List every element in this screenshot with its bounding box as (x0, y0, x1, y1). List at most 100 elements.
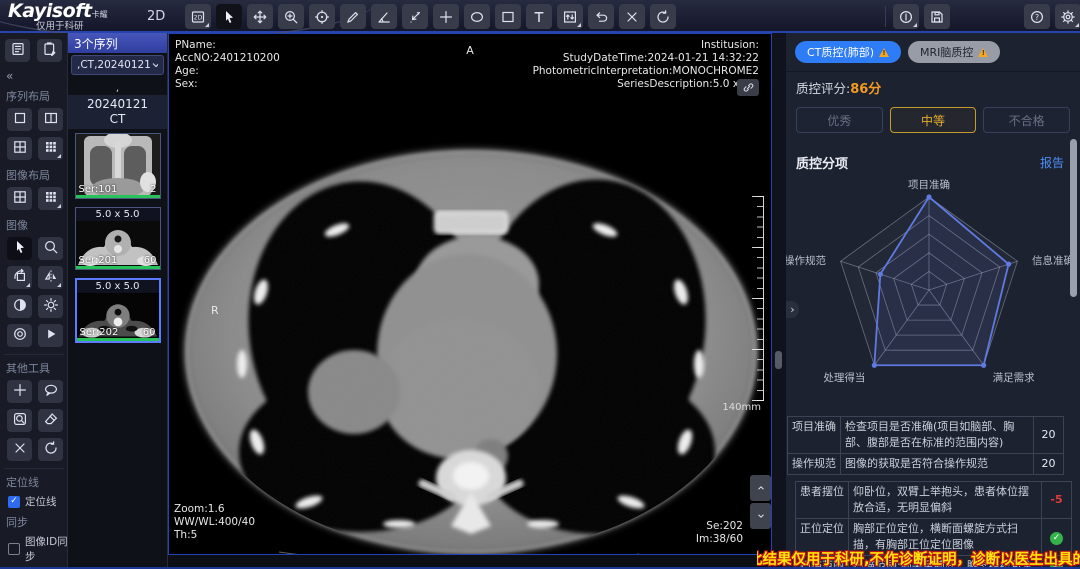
layout-2d-button[interactable]: 2D (185, 4, 211, 29)
zoom-in-button[interactable] (278, 4, 304, 29)
chevron-down-icon (755, 511, 767, 521)
grade-button-不合格[interactable]: 不合格 (983, 107, 1070, 133)
pencil-icon (345, 9, 361, 25)
clipboard-edit-button[interactable] (37, 39, 62, 62)
stack-down-button[interactable] (750, 503, 771, 529)
series-thumbnail-Ser-202[interactable]: 5.0 x 5.0Ser:20260 (75, 278, 161, 343)
checkbox-row-定位线[interactable]: ✓定位线 (0, 492, 68, 511)
link-series-button[interactable] (737, 79, 759, 96)
ellipse-roi-button[interactable] (464, 4, 490, 29)
series-thumbnail-Ser-101[interactable]: Ser:1012 (75, 133, 161, 199)
help-button[interactable]: ? (1024, 4, 1050, 29)
rect-roi-button[interactable] (495, 4, 521, 29)
series-layout-grid-button[interactable] (38, 137, 63, 160)
target-button[interactable] (309, 4, 335, 29)
info-button[interactable] (893, 4, 919, 29)
series-layout-1x2-button[interactable] (38, 108, 63, 131)
series-thumbnail-Ser-201[interactable]: 5.0 x 5.0Ser:20160 (75, 207, 161, 270)
stack-up-button[interactable] (750, 475, 771, 501)
overlay-line: WW/WL:400/40 (174, 516, 255, 529)
thumbnail-image-count: 60 (143, 327, 156, 338)
mode-2d-label: 2D (147, 9, 165, 24)
section-tool-grid (0, 185, 66, 214)
image-scroll-button[interactable] (7, 324, 32, 347)
series-layout-2x2-button[interactable] (7, 137, 32, 160)
qc-tab-inactive[interactable]: MRI脑质控 (908, 41, 1000, 63)
image-invert-button[interactable] (7, 295, 32, 318)
report-link[interactable]: 报告 (1040, 154, 1064, 171)
crosshair-button[interactable] (433, 4, 459, 29)
tool-reset-button[interactable] (38, 438, 63, 461)
image-brightness-button[interactable] (38, 295, 63, 318)
draw-button[interactable] (340, 4, 366, 29)
dicom-viewer-app: Kayisoft卡耀 仅用于科研 2D 2D ? « 序列布局图像布局图像其他工… (0, 0, 1080, 569)
warning-icon (978, 48, 988, 57)
thumbnail-series-number: Ser:202 (80, 327, 119, 338)
help-icon: ? (1029, 9, 1045, 25)
qc-score: 质控评分:86分 (786, 72, 1080, 101)
undo-icon (593, 9, 609, 25)
study-dropdown[interactable]: ,CT,20240121 (71, 55, 164, 75)
sidebar-collapse-button[interactable]: « (6, 69, 13, 83)
svg-text:处理得当: 处理得当 (823, 371, 865, 384)
grade-button-优秀[interactable]: 优秀 (796, 107, 883, 133)
svg-text:项目准确: 项目准确 (908, 178, 950, 191)
close-icon (12, 440, 28, 459)
tool-roi-magnify-button[interactable] (7, 409, 32, 432)
tool-comment-button[interactable] (38, 380, 63, 403)
pan-button[interactable] (247, 4, 273, 29)
angle-button[interactable] (371, 4, 397, 29)
checkbox[interactable] (8, 543, 20, 555)
viewer-scrollbar-track[interactable] (772, 33, 786, 555)
comment-icon (43, 382, 59, 401)
qc-item-name: 项目准确 (788, 417, 841, 454)
series-count-header: 3个序列 (68, 33, 167, 53)
tool-eraser-button[interactable] (38, 409, 63, 432)
svg-text:2D: 2D (194, 14, 203, 21)
image-cursor-button[interactable] (7, 237, 32, 260)
section-label: 图像 (0, 214, 68, 235)
qc-tabs: CT质控(肺部) MRI脑质控 (786, 33, 1080, 72)
image-magnify-button[interactable] (38, 237, 63, 260)
info-icon (898, 9, 914, 25)
reset-button[interactable] (650, 4, 676, 29)
image-layout-grid-button[interactable] (38, 187, 63, 210)
orientation-marker-anterior: A (466, 44, 474, 57)
image-flip-button[interactable] (38, 266, 63, 289)
series-layout-1x1-button[interactable] (7, 108, 32, 131)
reset-icon (655, 9, 671, 25)
undo-button[interactable] (588, 4, 614, 29)
crosshair-icon (12, 382, 28, 401)
image-layout-2x2-button[interactable] (7, 187, 32, 210)
settings-button[interactable] (1055, 4, 1080, 29)
qc-score-table-wrap: 项目准确检查项目是否准确(项目如脑部、胸部、腹部是否在标准的范围内容)20操作规… (786, 412, 1080, 569)
arrow-annotate-button[interactable] (402, 4, 428, 29)
checkbox[interactable]: ✓ (8, 496, 20, 508)
image-rotate-button[interactable] (7, 266, 32, 289)
viewer-scrollbar-thumb[interactable] (775, 351, 782, 369)
delete-button[interactable] (619, 4, 645, 29)
section-tool-grid (0, 378, 66, 465)
cursor-button[interactable] (216, 4, 242, 29)
study-info-overlay: Institusion:StudyDateTime:2024-01-21 14:… (533, 39, 759, 91)
disclaimer-marquee: 此结果仅用于科研,不作诊断证明，诊断以医生出具的诊断 (757, 548, 1080, 567)
checkbox-row-图像ID同步[interactable]: 图像ID同步 (0, 532, 68, 566)
save-button[interactable] (924, 4, 950, 29)
qc-panel-scrollbar-thumb[interactable] (1070, 139, 1077, 297)
study-group-header[interactable]: 20240121 CT (68, 95, 167, 129)
window-level-button[interactable] (557, 4, 583, 29)
grade-button-中等[interactable]: 中等 (890, 107, 977, 133)
qc-tab-active[interactable]: CT质控(肺部) (795, 41, 901, 63)
text-annotate-button[interactable] (526, 4, 552, 29)
image-cine-play-button[interactable] (38, 324, 63, 347)
crosshair-icon (438, 9, 454, 25)
report-list-button[interactable] (5, 39, 30, 62)
magnifier-icon (43, 239, 59, 258)
tool-crosshair-button[interactable] (7, 380, 32, 403)
checkbox-label: 图像ID同步 (25, 534, 68, 564)
patient-group-separator: , (68, 83, 167, 95)
image-viewport[interactable]: PName:AccNO:2401210200Age:Sex: Institusi… (168, 33, 772, 555)
qc-score-label: 质控评分: (796, 81, 850, 96)
section-label: 同步 (0, 511, 68, 532)
tool-delete-button[interactable] (7, 438, 32, 461)
